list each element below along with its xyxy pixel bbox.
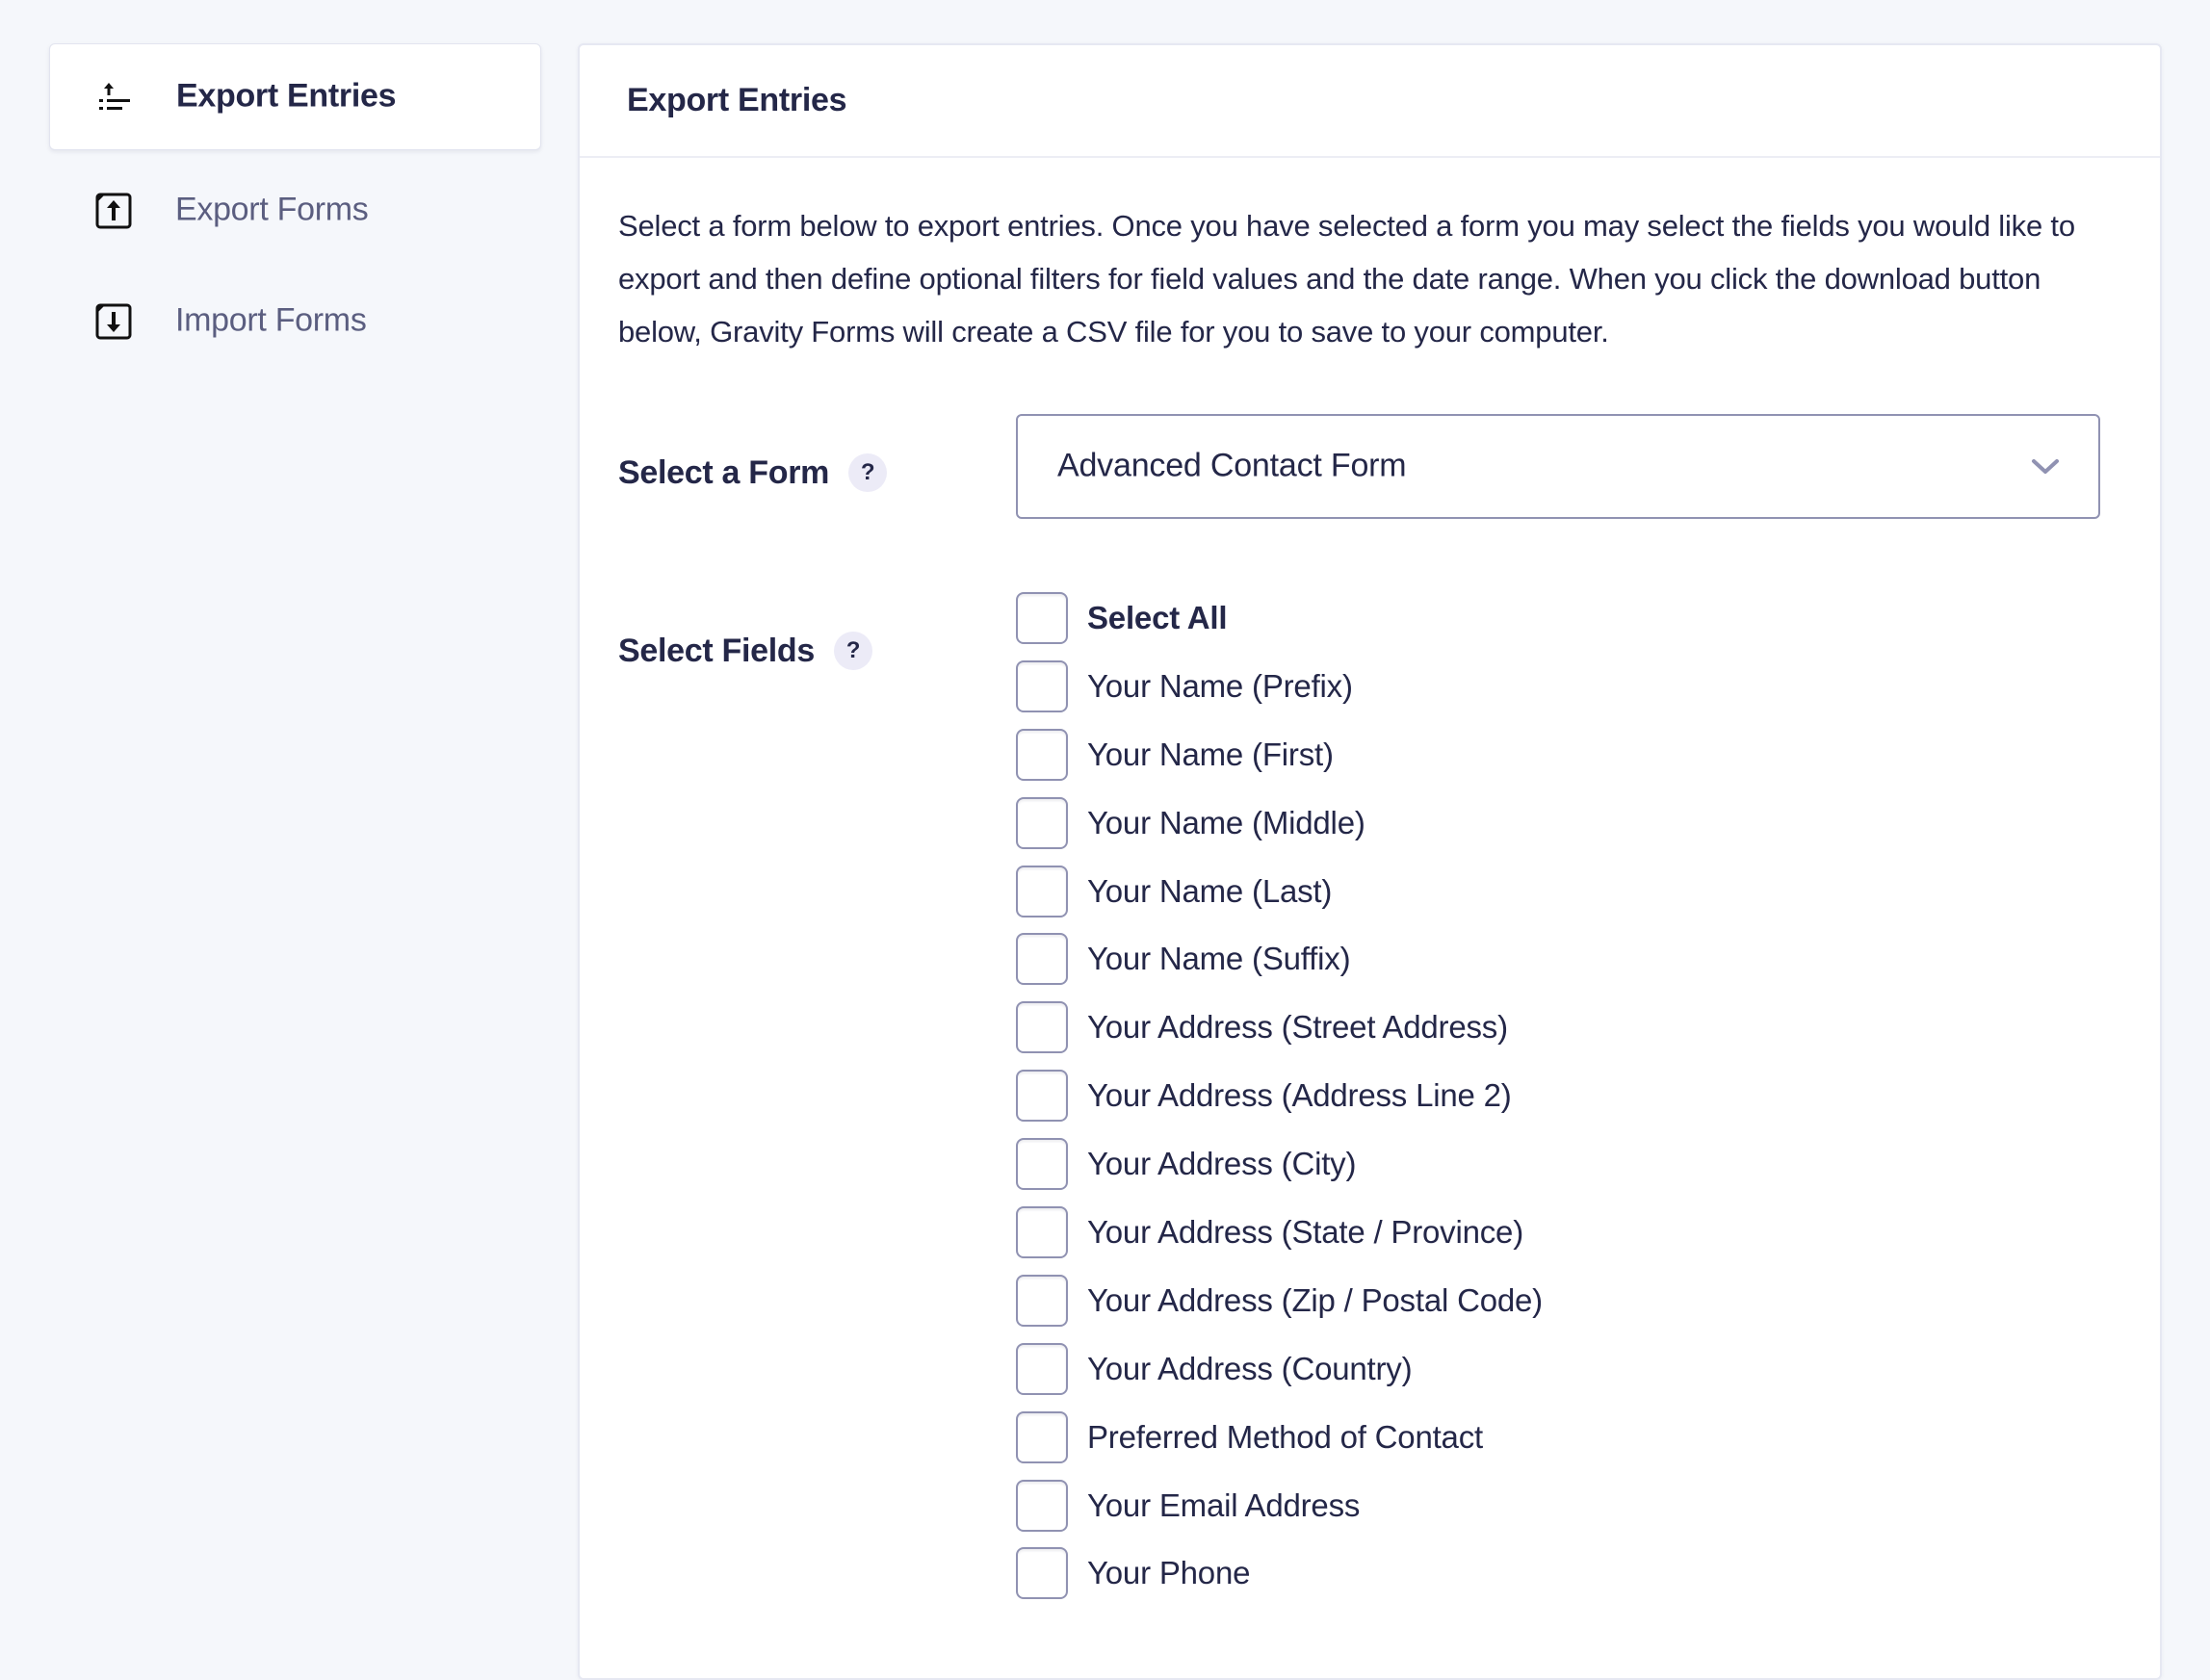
field-label: Your Address (City) — [1087, 1146, 1357, 1182]
field-checkbox[interactable] — [1016, 865, 1068, 918]
field-label: Your Address (State / Province) — [1087, 1214, 1523, 1251]
select-form-label-text: Select a Form — [618, 453, 830, 491]
list-item[interactable]: Your Name (Prefix) — [1016, 659, 1543, 729]
list-item[interactable]: Your Address (Zip / Postal Code) — [1016, 1274, 1543, 1343]
list-item[interactable]: Your Name (Middle) — [1016, 796, 1543, 866]
field-label: Your Address (Address Line 2) — [1087, 1077, 1512, 1114]
field-checkbox[interactable] — [1016, 1001, 1068, 1054]
field-label: Your Address (Street Address) — [1087, 1009, 1508, 1046]
field-label: Your Name (Prefix) — [1087, 667, 1353, 704]
field-label: Preferred Method of Contact — [1087, 1418, 1483, 1455]
sidebar: Export Entries Export Forms Import Forms — [0, 0, 559, 1606]
help-icon[interactable]: ? — [848, 453, 888, 492]
list-item[interactable]: Your Address (City) — [1016, 1138, 1543, 1206]
export-entries-card: Export Entries Select a form below to ex… — [578, 43, 2162, 1680]
list-item[interactable]: Your Name (Last) — [1016, 865, 1543, 934]
list-item[interactable]: Your Address (Street Address) — [1016, 1001, 1543, 1070]
description-text: Select a form below to export entries. O… — [618, 209, 2075, 349]
field-checkbox[interactable] — [1016, 659, 1068, 712]
list-item[interactable]: Preferred Method of Contact — [1016, 1410, 1543, 1480]
select-all-checkbox[interactable] — [1016, 592, 1068, 644]
export-forms-icon — [94, 192, 133, 230]
field-label: Your Address (Country) — [1087, 1350, 1413, 1386]
help-icon[interactable]: ? — [833, 632, 872, 670]
field-label: Your Address (Zip / Postal Code) — [1087, 1281, 1543, 1318]
select-all-option[interactable]: Select All — [1016, 592, 1543, 660]
list-item[interactable]: Your Address (State / Province) — [1016, 1206, 1543, 1275]
field-checkbox[interactable] — [1016, 1070, 1068, 1123]
field-label: Your Name (Last) — [1087, 872, 1333, 909]
sidebar-item-label: Import Forms — [175, 301, 367, 339]
list-item[interactable]: Your Address (Address Line 2) — [1016, 1070, 1543, 1138]
field-checkbox[interactable] — [1016, 1342, 1068, 1395]
card-header: Export Entries — [580, 45, 2160, 158]
field-label: Your Phone — [1087, 1555, 1251, 1591]
select-fields-label-text: Select Fields — [618, 632, 815, 669]
field-label: Your Name (First) — [1087, 736, 1334, 772]
list-item[interactable]: Your Name (Suffix) — [1016, 933, 1543, 1001]
list-item[interactable]: Your Email Address — [1016, 1479, 1543, 1548]
import-forms-icon — [94, 302, 133, 341]
field-checkbox[interactable] — [1016, 728, 1068, 781]
field-label: Your Email Address — [1087, 1486, 1361, 1523]
field-label: Your Name (Suffix) — [1087, 941, 1351, 977]
field-checkbox[interactable] — [1016, 796, 1068, 849]
field-checkbox[interactable] — [1016, 1138, 1068, 1191]
chevron-down-icon — [2032, 458, 2059, 474]
field-checkbox-list: Select All Your Name (Prefix) Your Name … — [1016, 592, 1543, 1615]
list-item[interactable]: Your Name (First) — [1016, 728, 1543, 797]
field-checkbox[interactable] — [1016, 1206, 1068, 1259]
field-checkbox[interactable] — [1016, 1274, 1068, 1327]
select-form-label: Select a Form ? — [618, 453, 888, 492]
form-select[interactable]: Advanced Contact Form — [1016, 414, 2100, 519]
field-checkbox[interactable] — [1016, 1410, 1068, 1463]
field-checkbox[interactable] — [1016, 1479, 1068, 1532]
form-select-value: Advanced Contact Form — [1057, 447, 1407, 484]
list-item[interactable]: Your Address (Country) — [1016, 1342, 1543, 1411]
field-checkbox[interactable] — [1016, 1547, 1068, 1600]
page-title: Export Entries — [627, 82, 847, 118]
export-entries-icon — [95, 78, 134, 116]
select-fields-label: Select Fields ? — [618, 632, 872, 670]
field-checkbox[interactable] — [1016, 933, 1068, 986]
field-label: Your Name (Middle) — [1087, 804, 1365, 840]
sidebar-item-import-forms[interactable]: Import Forms — [49, 268, 541, 375]
sidebar-item-export-forms[interactable]: Export Forms — [49, 157, 541, 264]
sidebar-item-export-entries[interactable]: Export Entries — [49, 43, 541, 150]
sidebar-item-label: Export Forms — [175, 191, 369, 228]
sidebar-item-label: Export Entries — [176, 77, 397, 115]
select-all-label: Select All — [1087, 600, 1228, 635]
